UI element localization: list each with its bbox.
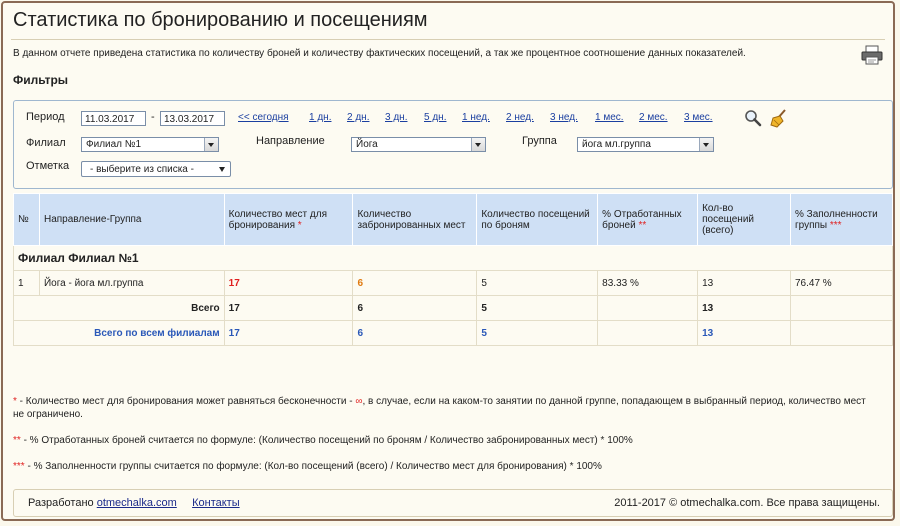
filters-panel: Период 11.03.2017 - 13.03.2017 << сегодн…	[13, 100, 893, 189]
page-description: В данном отчете приведена статистика по …	[13, 48, 746, 59]
broom-icon[interactable]	[769, 108, 789, 128]
total-booked: 6	[352, 295, 478, 321]
group-label: Группа	[522, 135, 557, 147]
total-pct-fill	[789, 295, 894, 321]
title-divider	[11, 39, 885, 40]
date-from-input[interactable]: 11.03.2017	[81, 111, 146, 126]
total-visits: 5	[476, 295, 599, 321]
row-pct-worked: 83.33 %	[597, 270, 699, 296]
footnote-3: *** - % Заполненности группы считается п…	[13, 460, 873, 473]
branch-select-value: Филиал №1	[86, 139, 142, 150]
page-title: Статистика по бронированию и посещениям	[13, 9, 428, 31]
footnote-1: * - Количество мест для бронирования мож…	[13, 395, 873, 421]
table-row: 1 Йога - йога мл.группа 17 6 5 83.33 % 1…	[13, 270, 894, 296]
footnote-marker: **	[638, 219, 647, 231]
group-select-value: йога мл.группа	[582, 139, 651, 150]
row-direction-group: Йога - йога мл.группа	[38, 270, 225, 296]
column-header-visits-by-booking: Количество посещений по броням	[476, 193, 599, 246]
footer-left: Разработано otmechalka.com Контакты	[28, 497, 240, 509]
column-header-num: №	[13, 193, 40, 246]
quick-link-1-month[interactable]: 1 мес.	[595, 112, 624, 123]
developed-by-label: Разработано	[28, 497, 94, 509]
branch-select[interactable]: Филиал №1	[81, 137, 219, 152]
chevron-down-icon	[699, 138, 713, 151]
printer-icon[interactable]	[861, 45, 883, 65]
grand-total-visits-total: 13	[697, 320, 791, 346]
quick-link-1-day[interactable]: 1 дн.	[309, 112, 331, 123]
direction-label: Направление	[256, 135, 325, 147]
footnote-marker: ***	[829, 219, 842, 231]
row-places: 17	[223, 270, 354, 296]
report-frame: Статистика по бронированию и посещениям …	[1, 1, 895, 521]
column-header-pct-worked: % Отработанных броней **	[597, 193, 699, 246]
quick-link-5-days[interactable]: 5 дн.	[424, 112, 446, 123]
footnote-2-text: - % Отработанных броней считается по фор…	[20, 435, 633, 446]
direction-select-value: Йога	[356, 139, 378, 150]
date-to-input[interactable]: 13.03.2017	[160, 111, 225, 126]
row-num: 1	[13, 270, 40, 296]
total-label: Всего	[13, 295, 225, 321]
quick-link-1-week[interactable]: 1 нед.	[462, 112, 490, 123]
mark-select[interactable]: - выберите из списка -	[81, 161, 231, 177]
site-link[interactable]: otmechalka.com	[97, 497, 177, 509]
infinity-symbol: ∞	[355, 396, 363, 407]
filters-heading: Фильтры	[13, 73, 69, 87]
footnote-marker: *	[297, 219, 302, 231]
statistics-table: № Направление-Группа Количество мест для…	[13, 193, 894, 346]
copyright: 2011-2017 © otmechalka.com. Все права за…	[614, 497, 880, 509]
row-visits-total: 13	[697, 270, 791, 296]
branch-label: Филиал	[26, 137, 66, 149]
table-header-row: № Направление-Группа Количество мест для…	[13, 193, 894, 246]
contacts-link[interactable]: Контакты	[192, 497, 240, 509]
grand-total-booked: 6	[352, 320, 478, 346]
quick-link-3-days[interactable]: 3 дн.	[385, 112, 407, 123]
grand-total-pct-fill	[789, 320, 894, 346]
footnote-2: ** - % Отработанных броней считается по …	[13, 434, 873, 447]
chevron-down-icon	[204, 138, 218, 151]
total-row: Всего 17 6 5 13	[13, 295, 894, 321]
row-booked: 6	[352, 270, 478, 296]
total-pct-worked	[597, 295, 699, 321]
quick-link-3-weeks[interactable]: 3 нед.	[550, 112, 578, 123]
group-select[interactable]: йога мл.группа	[577, 137, 714, 152]
quick-link-today[interactable]: << сегодня	[238, 112, 289, 123]
column-header-pct-fill: % Заполненности группы ***	[789, 193, 894, 246]
row-visits: 5	[476, 270, 599, 296]
quick-link-3-months[interactable]: 3 мес.	[684, 112, 713, 123]
branch-row: Филиал Филиал №1	[13, 245, 893, 271]
branch-title: Филиал Филиал №1	[13, 245, 893, 271]
grand-total-places: 17	[223, 320, 354, 346]
period-label: Период	[26, 111, 65, 123]
footnote-3-text: - % Заполненности группы считается по фо…	[24, 461, 602, 472]
date-separator: -	[151, 111, 155, 123]
grand-total-visits: 5	[476, 320, 599, 346]
quick-link-2-months[interactable]: 2 мес.	[639, 112, 668, 123]
footnote-1-text-a: - Количество мест для бронирования может…	[16, 396, 356, 407]
footnote-2-marker: **	[13, 435, 21, 446]
column-header-visits-total: Кол-во посещений (всего)	[697, 193, 791, 246]
column-header-places: Количество мест для бронирования *	[223, 193, 354, 246]
quick-link-2-weeks[interactable]: 2 нед.	[506, 112, 534, 123]
direction-select[interactable]: Йога	[351, 137, 486, 152]
grand-total-row: Всего по всем филиалам 17 6 5 13	[13, 320, 894, 346]
mark-select-value: - выберите из списка -	[90, 164, 194, 175]
chevron-down-icon	[471, 138, 485, 151]
grand-total-pct-worked	[597, 320, 699, 346]
row-pct-fill: 76.47 %	[789, 270, 894, 296]
column-header-booked: Количество забронированных мест	[352, 193, 478, 246]
column-header-places-text: Количество мест для бронирования	[228, 208, 327, 231]
total-places: 17	[223, 295, 354, 321]
total-visits-total: 13	[697, 295, 791, 321]
column-header-direction-group: Направление-Группа	[38, 193, 225, 246]
quick-link-2-days[interactable]: 2 дн.	[347, 112, 369, 123]
mark-label: Отметка	[26, 160, 70, 172]
grand-total-label: Всего по всем филиалам	[13, 320, 225, 346]
page-footer: Разработано otmechalka.com Контакты 2011…	[13, 489, 893, 517]
footnote-3-marker: ***	[13, 461, 25, 472]
chevron-down-icon	[219, 167, 225, 172]
search-icon[interactable]	[744, 109, 762, 127]
